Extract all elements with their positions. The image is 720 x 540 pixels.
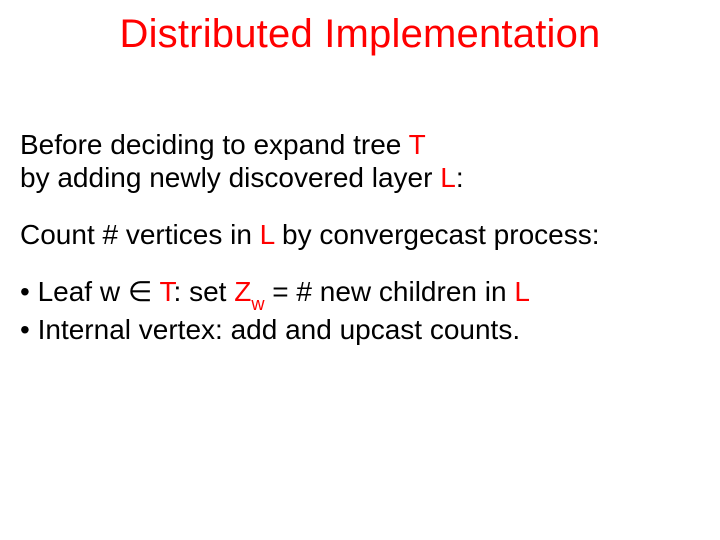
text: Before deciding to expand tree bbox=[20, 129, 409, 160]
bullet-dot: • bbox=[20, 276, 38, 307]
text: = # new children in bbox=[265, 276, 515, 307]
z-subscript: w bbox=[251, 294, 264, 314]
text: : bbox=[456, 162, 464, 193]
paragraph-intro: Before deciding to expand tree T by addi… bbox=[20, 128, 700, 194]
bullet-leaf: • Leaf w ∈ T: set Zw = # new children in… bbox=[20, 275, 700, 313]
text: by adding newly discovered layer bbox=[20, 162, 440, 193]
bullet-list: • Leaf w ∈ T: set Zw = # new children in… bbox=[20, 275, 700, 346]
layer-l: L bbox=[260, 219, 275, 250]
slide-title: Distributed Implementation bbox=[0, 12, 720, 57]
slide: Distributed Implementation Before decidi… bbox=[0, 0, 720, 540]
text: Leaf w ∈ bbox=[38, 276, 160, 307]
text: : set bbox=[174, 276, 235, 307]
tree-t: T bbox=[409, 129, 426, 160]
paragraph-count: Count # vertices in L by convergecast pr… bbox=[20, 218, 700, 251]
z-var: Z bbox=[234, 276, 251, 307]
layer-l: L bbox=[440, 162, 456, 193]
tree-t: T bbox=[160, 276, 174, 307]
bullet-dot: • bbox=[20, 314, 38, 345]
text: by convergecast process: bbox=[274, 219, 599, 250]
layer-l: L bbox=[514, 276, 530, 307]
text: Internal vertex: add and upcast counts. bbox=[38, 314, 521, 345]
text: Count # vertices in bbox=[20, 219, 260, 250]
bullet-internal: • Internal vertex: add and upcast counts… bbox=[20, 313, 700, 346]
body-text: Before deciding to expand tree T by addi… bbox=[20, 128, 700, 346]
